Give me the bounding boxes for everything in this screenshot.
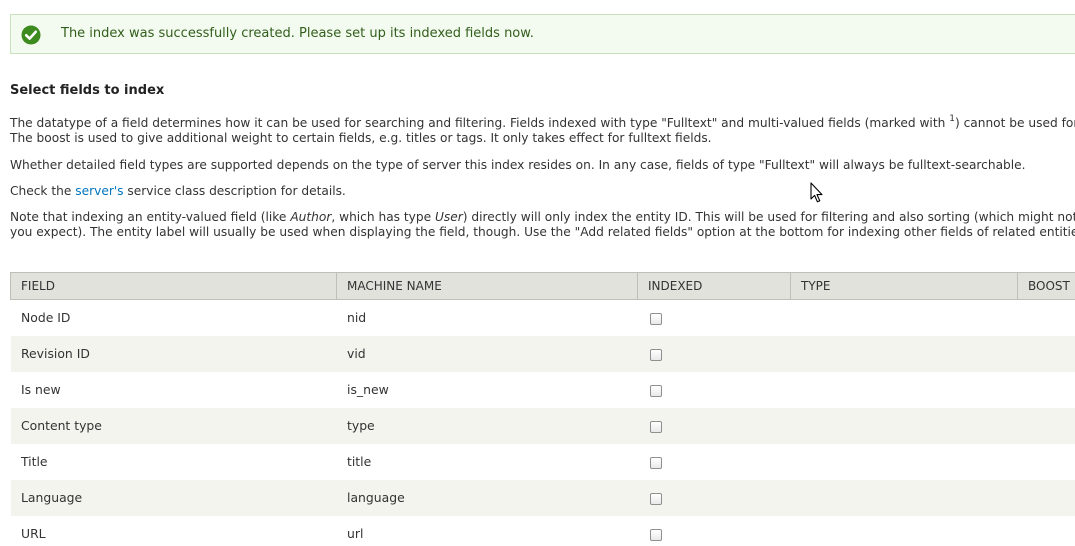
boost-cell xyxy=(1017,335,1075,372)
machine-name: vid xyxy=(336,335,638,372)
indexed-cell xyxy=(637,335,791,372)
description-text: ) cannot be used for xyxy=(954,116,1075,130)
description-paragraph-4: Note that indexing an entity-valued fiel… xyxy=(10,210,1075,240)
user-example: User xyxy=(435,210,463,224)
boost-cell xyxy=(1017,443,1075,480)
server-link[interactable]: server's xyxy=(75,184,123,198)
description-text: Note that indexing an entity-valued fiel… xyxy=(10,210,291,224)
indexed-checkbox[interactable] xyxy=(650,312,662,325)
column-header-boost[interactable]: BOOST xyxy=(1017,272,1075,300)
description-text: you expect). The entity label will usual… xyxy=(10,225,1075,239)
type-cell xyxy=(790,407,1018,444)
table-row: Is new is_new xyxy=(10,371,1075,408)
description-paragraph-1: The datatype of a field determines how i… xyxy=(10,113,1075,146)
column-header-indexed[interactable]: INDEXED xyxy=(637,272,791,300)
description-text: Check the xyxy=(10,184,76,198)
table-row: Node ID nid xyxy=(10,299,1075,336)
description-paragraph-3: Check the server's service class descrip… xyxy=(10,184,346,199)
table-row: Content type type xyxy=(10,407,1075,444)
author-example: Author xyxy=(290,210,332,224)
indexed-cell xyxy=(637,407,791,444)
type-cell xyxy=(790,479,1018,516)
boost-cell xyxy=(1017,299,1075,336)
indexed-cell xyxy=(637,443,791,480)
indexed-cell xyxy=(637,371,791,408)
description-text: , which has type xyxy=(331,210,436,224)
column-header-machine-name[interactable]: MACHINE NAME xyxy=(336,272,638,300)
type-cell xyxy=(790,515,1018,546)
type-cell xyxy=(790,335,1018,372)
boost-cell xyxy=(1017,407,1075,444)
type-cell xyxy=(790,443,1018,480)
field-label: Content type xyxy=(10,407,337,444)
table-row: Title title xyxy=(10,443,1075,480)
mouse-pointer-icon xyxy=(810,182,823,203)
type-cell xyxy=(790,299,1018,336)
indexed-checkbox[interactable] xyxy=(650,420,662,433)
fields-table: FIELD MACHINE NAME INDEXED TYPE BOOST No… xyxy=(10,272,1075,546)
boost-cell xyxy=(1017,515,1075,546)
fields-table-wrapper: FIELD MACHINE NAME INDEXED TYPE BOOST No… xyxy=(10,272,1075,546)
status-message: The index was successfully created. Plea… xyxy=(10,14,1075,54)
footnote-marker: 1 xyxy=(949,113,955,124)
field-label: Language xyxy=(10,479,337,516)
type-cell xyxy=(790,371,1018,408)
field-label: URL xyxy=(10,515,337,546)
indexed-cell xyxy=(637,479,791,516)
machine-name: language xyxy=(336,479,638,516)
machine-name: title xyxy=(336,443,638,480)
indexed-checkbox[interactable] xyxy=(650,456,662,469)
status-text: The index was successfully created. Plea… xyxy=(61,26,534,41)
field-label: Is new xyxy=(10,371,337,408)
machine-name: type xyxy=(336,407,638,444)
table-header-row: FIELD MACHINE NAME INDEXED TYPE BOOST xyxy=(10,272,1075,300)
table-row: URL url xyxy=(10,515,1075,546)
field-label: Revision ID xyxy=(10,335,337,372)
field-label: Title xyxy=(10,443,337,480)
section-title: Select fields to index xyxy=(10,83,165,98)
description-text: The datatype of a field determines how i… xyxy=(10,116,950,130)
machine-name: is_new xyxy=(336,371,638,408)
table-row: Language language xyxy=(10,479,1075,516)
boost-cell xyxy=(1017,371,1075,408)
table-row: Revision ID vid xyxy=(10,335,1075,372)
indexed-checkbox[interactable] xyxy=(650,348,662,361)
indexed-checkbox[interactable] xyxy=(650,384,662,397)
column-header-field[interactable]: FIELD xyxy=(10,272,337,300)
boost-cell xyxy=(1017,479,1075,516)
indexed-cell xyxy=(637,515,791,546)
indexed-checkbox[interactable] xyxy=(650,528,662,541)
description-text: The boost is used to give additional wei… xyxy=(10,131,712,145)
column-header-type[interactable]: TYPE xyxy=(790,272,1018,300)
indexed-cell xyxy=(637,299,791,336)
machine-name: url xyxy=(336,515,638,546)
description-text: ) directly will only index the entity ID… xyxy=(462,210,1075,224)
description-text: service class description for details. xyxy=(123,184,346,198)
machine-name: nid xyxy=(336,299,638,336)
description-paragraph-2: Whether detailed field types are support… xyxy=(10,158,1026,172)
field-label: Node ID xyxy=(10,299,337,336)
check-circle-icon xyxy=(21,25,41,45)
indexed-checkbox[interactable] xyxy=(650,492,662,505)
